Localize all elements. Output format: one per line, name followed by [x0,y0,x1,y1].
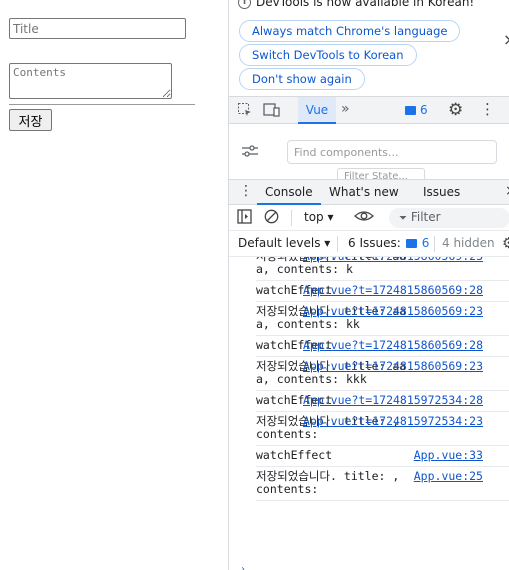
console-message: watchEffect [256,448,333,462]
tab-console[interactable]: Console [257,180,321,205]
console-output[interactable]: 저장되었습니다. title: aaa, contents: kApp.vue?… [229,257,509,570]
console-entry: watchEffect App.vue?t=1724815972534:28 [256,391,509,412]
console-prompt-icon[interactable]: › [241,564,245,570]
source-link[interactable]: App.vue?t=1724815860569:28 [303,339,483,352]
log-levels-dropdown[interactable]: Default levels ▾ [238,236,330,250]
devtools-panel: i DevTools is now available in Korean! A… [228,0,509,570]
info-icon: i [238,0,251,9]
source-link[interactable]: App.vue?t=1724815972534:23 [303,415,483,428]
sliders-icon[interactable] [241,144,259,158]
source-link[interactable]: App.vue:33 [414,449,483,462]
divider [9,104,195,105]
levels-label: Default levels [238,236,321,250]
close-icon[interactable]: × [503,30,509,49]
find-components-input[interactable]: Find components... [287,140,497,164]
console-entry: watchEffect App.vue?t=1724815860569:28 [256,281,509,302]
screen: 저장 i DevTools is now available in Korean… [0,0,509,570]
source-link[interactable]: App.vue?t=1724815860569:23 [303,305,483,318]
console-filter-input[interactable]: ⏷ Filter [389,208,509,228]
match-language-button[interactable]: Always match Chrome's language [239,20,461,42]
console-settings-gear-icon[interactable]: ⚙ [502,234,509,252]
toolbar-separator [291,210,292,226]
language-notice: i DevTools is now available in Korean! A… [229,0,509,96]
console-entry: 저장되었습니다. title: , contents: App.vue:25 [256,467,509,501]
console-toolbar: top ▾ ⏷ Filter [229,205,509,231]
console-log-list: 저장되었습니다. title: aaa, contents: kApp.vue?… [229,257,509,501]
issues-link[interactable]: 6 Issues: 6 [348,236,429,250]
levels-separator [337,236,338,252]
source-link[interactable]: App.vue:25 [414,470,483,483]
close-drawer-icon[interactable]: × [505,183,509,199]
vue-panel: Find components... Filter State... [229,124,509,186]
drawer-tab-bar: ⋮ Console What's new Issues × [229,179,509,205]
tab-whats-new[interactable]: What's new [329,180,399,205]
issues-badge[interactable]: 6 [405,103,428,117]
notice-message: i DevTools is now available in Korean! [238,0,474,9]
clear-console-icon[interactable] [264,209,279,228]
console-entry: 저장되었습니다. title: aaa, contents: kApp.vue?… [256,257,509,281]
context-selector[interactable]: top ▾ [304,210,334,224]
device-toolbar-icon[interactable] [263,102,280,118]
source-link[interactable]: App.vue?t=1724815860569:23 [303,360,483,373]
tab-issues[interactable]: Issues [423,180,460,205]
issues-count: 6 [421,236,430,250]
title-input[interactable] [9,18,186,39]
tab-vue[interactable]: Vue [298,97,336,124]
issues-badge-count: 6 [420,103,428,117]
app-pane: 저장 [0,0,228,570]
filter-placeholder: Filter [410,210,441,224]
inspect-element-icon[interactable] [237,102,253,118]
filter-icon: ⏷ [399,213,407,224]
settings-gear-icon[interactable]: ⚙ [448,100,463,120]
issues-label: 6 Issues: [348,236,401,250]
console-entry: 저장되었습니다. title: aaa, contents: kk App.vue… [256,302,509,336]
levels-separator [434,236,435,252]
console-entry: 저장되었습니다. title: aaa, contents: kkk App.vu… [256,357,509,391]
save-button[interactable]: 저장 [9,109,52,131]
console-message: 저장되었습니다. title: , contents: [256,469,407,496]
dont-show-again-button[interactable]: Don't show again [239,68,365,90]
sidebar-toggle-icon[interactable] [237,209,252,228]
drawer-menu-icon[interactable]: ⋮ [239,183,253,199]
source-link[interactable]: App.vue?t=1724815972534:28 [303,394,483,407]
hidden-count: 4 hidden [442,236,495,250]
source-link[interactable]: App.vue?t=1724815860569:28 [303,284,483,297]
main-tab-bar: Vue » 6 ⚙ ⋮ [229,96,509,124]
levels-bar: Default levels ▾ 6 Issues: 6 4 hidden ⚙ [229,231,509,257]
message-icon [405,238,417,248]
live-expression-eye-icon[interactable] [354,208,374,222]
console-entry: 저장되었습니다. title: , contents: App.vue?t=172… [256,412,509,446]
contents-textarea[interactable] [9,63,172,99]
switch-to-korean-button[interactable]: Switch DevTools to Korean [239,44,417,66]
more-tabs-icon[interactable]: » [341,101,350,117]
message-icon [405,105,416,115]
console-entry: watchEffect App.vue:33 [256,446,509,467]
more-options-icon[interactable]: ⋮ [480,100,495,118]
context-value: top [304,210,324,224]
source-link[interactable]: App.vue?t=1724815860569:23 [303,257,483,263]
console-entry: watchEffect App.vue?t=1724815860569:28 [256,336,509,357]
notice-text: DevTools is now available in Korean! [256,0,475,9]
